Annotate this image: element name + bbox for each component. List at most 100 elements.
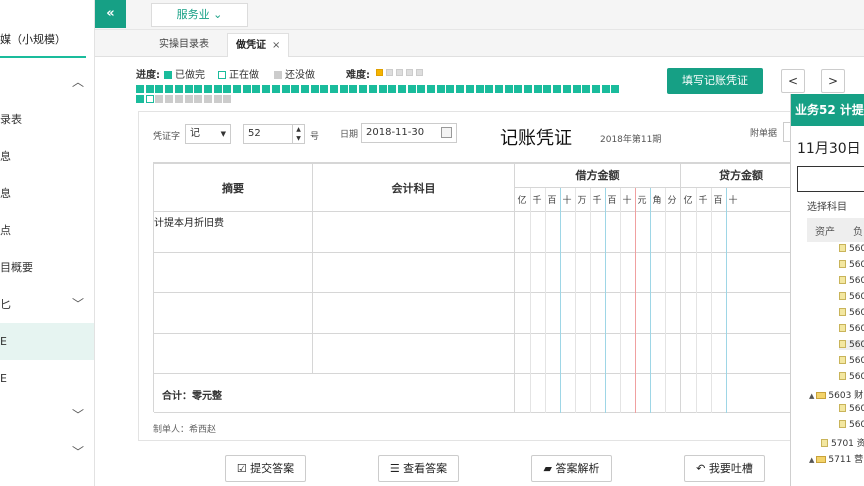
answer-analysis-button[interactable]: ▰ 答案解析 <box>531 455 612 482</box>
sidebar-item[interactable]: ︿ <box>0 64 94 101</box>
progress-cell[interactable] <box>436 85 445 93</box>
summary-cell[interactable] <box>154 334 311 372</box>
progress-cell[interactable] <box>543 85 552 93</box>
submit-answer-button[interactable]: ☑ 提交答案 <box>225 455 306 482</box>
close-icon[interactable]: × <box>272 40 280 51</box>
tree-node[interactable]: 5701 资 <box>821 436 864 449</box>
tree-node[interactable]: ▲ 5603 财 <box>809 388 864 401</box>
sidebar-item[interactable]: 目概要 <box>0 249 94 286</box>
sidebar-item[interactable]: ﹀ <box>0 397 94 434</box>
next-button[interactable]: > <box>821 69 845 93</box>
progress-cell[interactable] <box>553 85 562 93</box>
tree-node[interactable]: 560 <box>839 292 864 302</box>
progress-cell[interactable] <box>203 95 212 103</box>
progress-cell[interactable] <box>194 95 203 103</box>
progress-cell[interactable] <box>145 85 154 93</box>
progress-cell[interactable] <box>504 85 513 93</box>
collapse-sidebar-button[interactable]: « <box>95 0 126 28</box>
sidebar-item[interactable]: ﹀ <box>0 434 94 471</box>
tree-node[interactable]: 560 <box>839 404 864 414</box>
progress-cell[interactable] <box>281 85 290 93</box>
progress-cell[interactable] <box>397 85 406 93</box>
date-input[interactable]: 2018-11-30 <box>361 123 457 143</box>
tree-node[interactable]: 560 <box>839 340 864 350</box>
summary-cell[interactable] <box>154 253 311 291</box>
tree-node[interactable]: 560 <box>839 420 864 430</box>
progress-cell[interactable] <box>572 85 581 93</box>
sidebar-item[interactable]: 点 <box>0 212 94 249</box>
progress-cell[interactable] <box>136 95 144 103</box>
tree-node[interactable]: 560 <box>839 276 864 286</box>
progress-cell[interactable] <box>417 85 426 93</box>
sidebar-item[interactable]: 息 <box>0 175 94 212</box>
stepper-arrows-icon[interactable]: ▲ ▼ <box>292 125 304 143</box>
progress-cell[interactable] <box>582 85 591 93</box>
progress-cell[interactable] <box>184 95 193 103</box>
progress-cell[interactable] <box>165 95 174 103</box>
tab-make-voucher[interactable]: 做凭证 × <box>227 33 290 57</box>
progress-cell[interactable] <box>514 85 523 93</box>
progress-cell[interactable] <box>223 95 232 103</box>
progress-cell[interactable] <box>155 95 164 103</box>
tree-node[interactable]: ▲ 5711 营 <box>809 452 864 465</box>
account-cell[interactable] <box>313 293 513 331</box>
progress-cell[interactable] <box>145 95 154 103</box>
sidebar-item[interactable]: E <box>0 360 94 397</box>
progress-cell[interactable] <box>291 85 300 93</box>
progress-cell[interactable] <box>233 85 241 93</box>
expand-toggle-icon[interactable]: ▲ <box>809 456 814 464</box>
progress-cell[interactable] <box>349 85 358 93</box>
progress-cell[interactable] <box>485 85 494 93</box>
view-answer-button[interactable]: ☰ 查看答案 <box>378 455 459 482</box>
progress-cell[interactable] <box>446 85 455 93</box>
account-cell[interactable] <box>313 334 513 372</box>
fill-voucher-button[interactable]: 填写记账凭证 <box>667 68 763 94</box>
tree-node[interactable]: 560 <box>839 308 864 318</box>
progress-cell[interactable] <box>320 85 329 93</box>
progress-cell[interactable] <box>339 85 348 93</box>
progress-cell[interactable] <box>562 85 571 93</box>
progress-cell[interactable] <box>271 85 280 93</box>
progress-cell[interactable] <box>465 85 474 93</box>
progress-cell[interactable] <box>456 85 465 93</box>
feedback-button[interactable]: ↶ 我要吐槽 <box>684 455 765 482</box>
account-cell[interactable] <box>313 253 513 291</box>
progress-cell[interactable] <box>359 85 368 93</box>
sidebar-item[interactable]: 息 <box>0 138 94 175</box>
expand-toggle-icon[interactable]: ▲ <box>809 392 814 400</box>
progress-cell[interactable] <box>252 85 261 93</box>
progress-cell[interactable] <box>262 85 271 93</box>
sidebar-item[interactable]: 录表 <box>0 101 94 138</box>
progress-cell[interactable] <box>136 85 144 93</box>
popup-input[interactable] <box>797 166 864 192</box>
progress-cell[interactable] <box>174 95 183 103</box>
tab-liabilities[interactable]: 负 <box>853 223 863 238</box>
industry-dropdown[interactable]: 服务业 ⌄ <box>151 3 248 27</box>
progress-cell[interactable] <box>533 85 542 93</box>
progress-cell[interactable] <box>407 85 416 93</box>
voucher-number-stepper[interactable]: 52 ▲ ▼ <box>243 124 305 144</box>
progress-cell[interactable] <box>388 85 397 93</box>
progress-cell[interactable] <box>310 85 319 93</box>
progress-cell[interactable] <box>194 85 203 93</box>
progress-cell[interactable] <box>242 85 251 93</box>
progress-cell[interactable] <box>611 85 620 93</box>
progress-cell[interactable] <box>203 85 212 93</box>
progress-cell[interactable] <box>213 85 222 93</box>
tab-assets[interactable]: 资产 <box>815 223 835 238</box>
progress-cell[interactable] <box>601 85 610 93</box>
prev-button[interactable]: < <box>781 69 805 93</box>
sidebar-item[interactable]: E <box>0 323 94 360</box>
summary-cell[interactable]: 计提本月折旧费 <box>154 212 311 250</box>
progress-cell[interactable] <box>591 85 600 93</box>
progress-cell[interactable] <box>155 85 164 93</box>
progress-cell[interactable] <box>494 85 503 93</box>
progress-cell[interactable] <box>174 85 183 93</box>
progress-cell[interactable] <box>475 85 484 93</box>
progress-cell[interactable] <box>368 85 377 93</box>
summary-cell[interactable] <box>154 293 311 331</box>
progress-cell[interactable] <box>524 85 532 93</box>
progress-cell[interactable] <box>330 85 338 93</box>
tree-node[interactable]: 560 <box>839 372 864 382</box>
progress-cell[interactable] <box>223 85 232 93</box>
